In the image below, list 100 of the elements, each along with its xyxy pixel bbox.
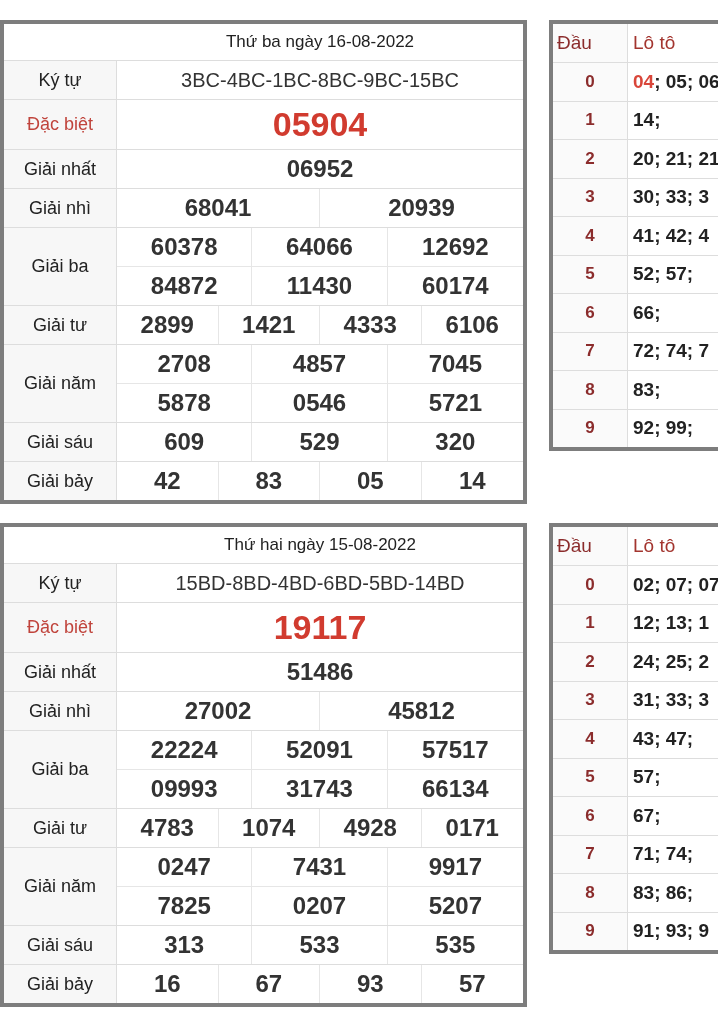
head-digit: 2 [553,140,628,178]
prize-number: 11430 [252,267,388,305]
prize-label: Ký tự [4,564,117,602]
loto-numbers: 12; 13; 1 [632,611,711,636]
prize-number: 14 [457,466,487,496]
prize-number: 68041 [117,189,320,227]
prize-number: 320 [434,427,477,457]
head-digit: 7 [553,835,628,873]
loto-numbers: 67; [632,803,662,828]
column-header: Đầu [553,527,628,565]
loto-numbers: 14; [632,108,662,133]
prize-number: 2708 [117,345,253,383]
prize-number: 1074 [218,809,320,847]
prize-number: 22224 [117,731,253,769]
head-digit: 5 [553,255,628,293]
column-header: Lô tô [632,31,677,55]
code-text: 3BC-4BC-1BC-8BC-9BC-15BC [180,67,460,93]
prize-number: 05904 [271,104,369,145]
prize-number: 5721 [427,388,483,418]
prize-number: 57 [457,969,487,999]
prize-number: 4333 [320,306,422,344]
prize-number: 0546 [252,384,388,422]
prize-number: 45812 [387,696,456,726]
prize-number: 09993 [117,770,253,808]
loto-numbers: 30; 33; 3 [632,185,711,210]
loto-numbers: 71; 74; [632,842,695,867]
code-text: 15BD-8BD-4BD-6BD-5BD-14BD [174,570,466,596]
prize-number: 0171 [444,813,500,843]
prize-number: 12692 [420,232,490,262]
prize-number: 5207 [427,891,483,921]
prize-number: 4928 [320,809,422,847]
prize-number: 6106 [444,310,500,340]
prize-number: 4783 [117,809,219,847]
prize-number: 0247 [117,848,253,886]
loto-numbers: 43; 47; [632,726,695,751]
loto-numbers: 91; 93; 9 [632,919,711,944]
prize-number: 5878 [117,384,253,422]
prize-number: 64066 [252,228,388,266]
prize-label: Giải nhì [4,692,117,730]
column-header: Lô tô [632,534,677,558]
prize-number: 313 [117,926,253,964]
loto-numbers: 31; 33; 3 [632,688,711,713]
prize-number: 57517 [420,735,490,765]
prize-number: 19117 [272,607,368,648]
loto-numbers: 24; 25; 2 [632,649,711,674]
head-digit: 9 [553,912,628,950]
prize-label: Giải tư [4,809,117,847]
prize-label: Giải bảy [4,965,117,1003]
prize-label: Đặc biệt [4,603,117,652]
head-digit: 7 [553,332,628,370]
prize-number: 7431 [252,848,388,886]
head-digit: 0 [553,566,628,604]
prize-label: Ký tự [4,61,117,99]
head-digit: 4 [553,720,628,758]
prize-number: 51486 [285,657,355,687]
prize-label: Giải sáu [4,423,117,461]
head-digit: 0 [553,63,628,101]
prize-number: 1421 [218,306,320,344]
prize-number: 7825 [117,887,253,925]
prize-label: Giải năm [4,345,117,422]
prize-number: 2899 [117,306,219,344]
loto-numbers: 66; [632,300,662,325]
head-digit: 3 [553,681,628,719]
head-digit: 9 [553,409,628,447]
prize-number: 31743 [252,770,388,808]
head-digit: 4 [553,217,628,255]
prize-number: 05 [320,462,422,500]
prize-label: Giải ba [4,731,117,808]
prize-number: 533 [252,926,388,964]
prize-number: 66134 [420,774,490,804]
head-digit: 3 [553,178,628,216]
prize-number: 4857 [252,345,388,383]
loto-numbers: 52; 57; [632,262,695,287]
prize-number: 529 [252,423,388,461]
prize-number: 9917 [427,852,483,882]
loto-numbers: 41; 42; 4 [632,223,711,248]
loto-numbers: 83; [632,377,662,402]
prize-label: Giải năm [4,848,117,925]
head-digit: 1 [553,101,628,139]
head-digit: 1 [553,604,628,642]
head-digit: 6 [553,294,628,332]
prize-label: Giải nhất [4,150,117,188]
prize-label: Giải bảy [4,462,117,500]
prize-number: 42 [117,462,219,500]
head-digit: 6 [553,797,628,835]
prize-number: 16 [117,965,219,1003]
loto-numbers: 72; 74; 7 [632,339,711,364]
prize-number: 27002 [117,692,320,730]
prize-number: 60378 [117,228,253,266]
loto-numbers: 83; 86; [632,880,695,905]
head-digit: 8 [553,874,628,912]
prize-label: Giải sáu [4,926,117,964]
prize-number: 0207 [252,887,388,925]
prize-number: 93 [320,965,422,1003]
head-digit: 8 [553,371,628,409]
prize-number: 84872 [117,267,253,305]
prize-number: 535 [434,930,477,960]
prize-number: 20939 [387,193,456,223]
prize-label: Giải nhì [4,189,117,227]
loto-numbers: 57; [632,765,662,790]
